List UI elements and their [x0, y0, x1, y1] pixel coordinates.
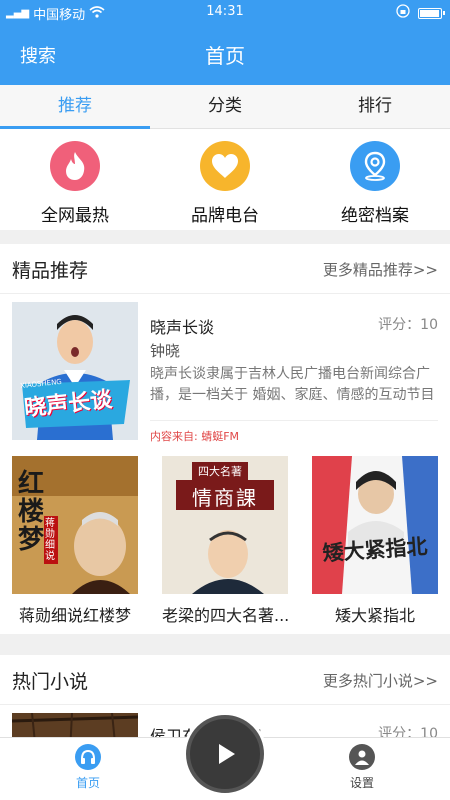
- quick-link-hottest[interactable]: 全网最热: [0, 129, 150, 230]
- section-header: 精品推荐 更多精品推荐>>: [0, 244, 450, 294]
- user-icon: [349, 744, 375, 770]
- grid-item-aidajin[interactable]: 矮大紧指北 矮大紧指北: [312, 456, 438, 626]
- hot-novel-rating: 评分：10: [378, 726, 438, 737]
- nav-home-label: 首页: [75, 776, 100, 790]
- hot-novel-cover: [12, 713, 138, 737]
- grid-cover: 矮大紧指北: [312, 456, 438, 594]
- play-button[interactable]: [186, 715, 264, 793]
- status-bar: ▂▄▆ 中国移动 14:31: [0, 0, 450, 24]
- more-featured-link[interactable]: 更多精品推荐>>: [323, 259, 438, 280]
- play-icon: [219, 744, 235, 764]
- tab-ranking[interactable]: 排行: [300, 85, 450, 128]
- featured-title: 晓声长谈: [150, 318, 215, 337]
- heart-icon: [200, 141, 250, 191]
- quick-link-secret-files[interactable]: 绝密档案: [300, 129, 450, 230]
- grid-item-label: 矮大紧指北: [334, 606, 415, 625]
- featured-cover: 晓声长谈 XIAOSHENG: [12, 302, 138, 440]
- page-title: 首页: [205, 44, 245, 68]
- quick-link-label: 绝密档案: [341, 206, 409, 226]
- featured-source: 内容来自: 蜻蜓FM: [150, 430, 240, 443]
- battery-icon: [418, 7, 445, 19]
- quick-link-brand-radio[interactable]: 品牌电台: [150, 129, 300, 230]
- section-title: 热门小说: [12, 671, 89, 693]
- grid-item-four-classics[interactable]: 四大名著 情商課 老梁的四大名著...: [162, 456, 288, 626]
- featured-author: 钟晓: [150, 342, 181, 360]
- tab-recommend[interactable]: 推荐: [0, 85, 150, 129]
- headphones-icon: [75, 744, 101, 770]
- grid-cover: 红楼梦 蒋勋细说: [12, 456, 138, 594]
- grid-item-label: 老梁的四大名著...: [162, 606, 288, 625]
- more-hot-link[interactable]: 更多热门小说>>: [323, 670, 438, 691]
- grid-item-label: 蒋勋细说红楼梦: [18, 606, 131, 625]
- grid-cover-subtitle: 蒋勋细说: [44, 516, 58, 564]
- flame-icon: [50, 141, 100, 191]
- nav-settings[interactable]: 设置: [322, 744, 402, 791]
- grid-cover-top: 四大名著: [192, 462, 248, 480]
- nav-home[interactable]: 首页: [48, 744, 128, 791]
- clock: 14:31: [206, 4, 244, 19]
- section-header: 热门小说 更多热门小说>>: [0, 655, 450, 705]
- featured-description: 晓声长谈隶属于吉林人民广播电台新闻综合广播，是一档关于 婚姻、家庭、情感的互动节…: [150, 366, 435, 403]
- grid-cover: 四大名著 情商課: [162, 456, 288, 594]
- featured-grid: 红楼梦 蒋勋细说 蒋勋细说红楼梦 四大名著 情商課 老梁的四大名著... 矮大紧…: [0, 456, 450, 626]
- featured-section: 精品推荐 更多精品推荐>> 晓声长谈 XIAOSHENG 晓声长谈 评分：10 …: [0, 244, 450, 634]
- divider: [150, 420, 438, 421]
- featured-item[interactable]: 晓声长谈 XIAOSHENG 晓声长谈 评分：10 钟晓 晓声长谈隶属于吉林人民…: [12, 302, 438, 443]
- tab-category[interactable]: 分类: [150, 85, 300, 128]
- lock-rotation-icon: [396, 4, 410, 22]
- grid-item-hongloumeng[interactable]: 红楼梦 蒋勋细说 蒋勋细说红楼梦: [12, 456, 138, 626]
- grid-cover-title: 情商課: [192, 486, 258, 510]
- status-right: [396, 4, 445, 22]
- quick-link-label: 全网最热: [41, 206, 109, 226]
- featured-rating: 评分：10: [378, 317, 438, 333]
- section-title: 精品推荐: [12, 260, 89, 282]
- top-tabs: 推荐 分类 排行: [0, 85, 450, 129]
- quick-links: 全网最热 品牌电台 绝密档案: [0, 129, 450, 230]
- app-bar: 搜索 首页: [0, 24, 450, 85]
- nav-settings-label: 设置: [349, 776, 374, 790]
- quick-link-label: 品牌电台: [191, 206, 259, 226]
- location-pin-icon: [350, 141, 400, 191]
